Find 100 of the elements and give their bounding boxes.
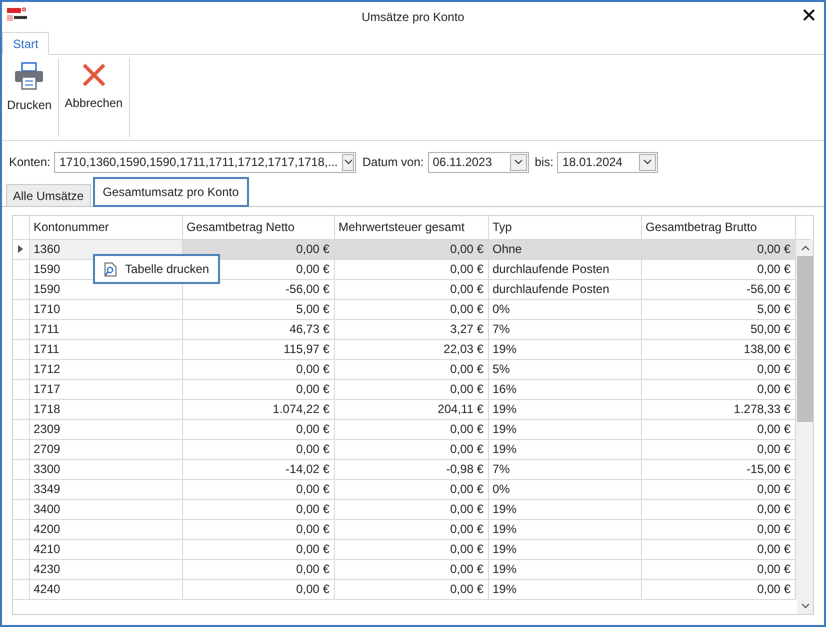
table-cell: 50,00 € <box>641 319 795 339</box>
table-cell: 0,00 € <box>182 499 334 519</box>
table-cell: 1710 <box>29 299 182 319</box>
table-cell: 0,00 € <box>641 499 795 519</box>
table-cell: 0,00 € <box>334 579 488 599</box>
table-cell: 5,00 € <box>641 299 795 319</box>
scrollbar[interactable] <box>797 240 813 614</box>
table-cell: 3,27 € <box>334 319 488 339</box>
table-cell: 0,00 € <box>182 479 334 499</box>
table-cell: 0,00 € <box>641 579 795 599</box>
table-cell: 115,97 € <box>182 339 334 359</box>
table-cell: 5% <box>488 359 641 379</box>
table-cell: 19% <box>488 499 641 519</box>
table-cell: 16% <box>488 379 641 399</box>
table-cell: 2309 <box>29 419 182 439</box>
table-cell: 0,00 € <box>334 419 488 439</box>
table-cell: 19% <box>488 539 641 559</box>
table-cell: 19% <box>488 419 641 439</box>
table-cell: 19% <box>488 439 641 459</box>
table-cell: 138,00 € <box>641 339 795 359</box>
table-cell: 0,00 € <box>334 239 488 259</box>
table-cell: 7% <box>488 319 641 339</box>
scroll-thumb[interactable] <box>797 256 813 422</box>
table-cell: 19% <box>488 559 641 579</box>
table-cell: 0,00 € <box>641 239 795 259</box>
table-cell: 0,00 € <box>641 439 795 459</box>
table-cell: 0,00 € <box>641 519 795 539</box>
accounts-dropdown[interactable]: 1710,1360,1590,1590,1711,1711,1712,1717,1718,... <box>54 152 356 172</box>
table-cell: 2709 <box>29 439 182 459</box>
table-cell: 19% <box>488 399 641 419</box>
table-cell: -0,98 € <box>334 459 488 479</box>
table-cell: -15,00 € <box>641 459 795 479</box>
date-to-dropdown[interactable]: 18.01.2024 <box>557 152 658 172</box>
window-title: Umsätze pro Konto <box>362 9 464 26</box>
table-cell: Ohne <box>488 239 641 259</box>
table-cell: 0,00 € <box>182 419 334 439</box>
table-cell: 0,00 € <box>182 379 334 399</box>
field-label: Konten: <box>9 154 50 171</box>
table-cell: 0,00 € <box>334 559 488 579</box>
table-cell: 4230 <box>29 559 182 579</box>
column-header[interactable]: Typ <box>488 216 641 239</box>
table-cell: 0,00 € <box>334 379 488 399</box>
table-cell: 0% <box>488 479 641 499</box>
table-cell: durchlaufende Posten <box>488 259 641 279</box>
table-cell: 22,03 € <box>334 339 488 359</box>
table-cell: 1.074,22 € <box>182 399 334 419</box>
table-cell: 0,00 € <box>641 259 795 279</box>
cancel-button[interactable]: Abbrechen <box>60 58 128 138</box>
table-cell: 1718 <box>29 399 182 419</box>
table-cell: 19% <box>488 579 641 599</box>
ribbon-tab[interactable]: Start <box>2 32 50 55</box>
table-cell: 0,00 € <box>641 559 795 579</box>
table-cell: 1711 <box>29 339 182 359</box>
table-cell: 0,00 € <box>334 359 488 379</box>
table-cell: 3349 <box>29 479 182 499</box>
field-label: Datum von: <box>362 154 424 171</box>
field-label: bis: <box>534 154 554 171</box>
table-cell: 0,00 € <box>182 539 334 559</box>
table-cell: 19% <box>488 519 641 539</box>
table-cell: 3400 <box>29 499 182 519</box>
table-cell: 1712 <box>29 359 182 379</box>
printer-icon <box>14 62 44 90</box>
tab[interactable]: Gesamtumsatz pro Konto <box>92 177 249 207</box>
column-header[interactable]: Gesamtbetrag Brutto <box>641 216 795 239</box>
table-cell: 0,00 € <box>641 379 795 399</box>
table-cell: 0,00 € <box>641 479 795 499</box>
print-button[interactable]: Drucken <box>2 58 57 138</box>
table-cell: 0,00 € <box>182 519 334 539</box>
table-cell: 4210 <box>29 539 182 559</box>
table-cell: 1.278,33 € <box>641 399 795 419</box>
column-header[interactable]: Gesamtbetrag Netto <box>182 216 334 239</box>
table-cell: 4200 <box>29 519 182 539</box>
print-preview-icon <box>104 262 117 276</box>
column-header[interactable]: Mehrwertsteuer gesamt <box>334 216 488 239</box>
table-cell: 46,73 € <box>182 319 334 339</box>
tab[interactable]: Alle Umsätze <box>6 184 91 206</box>
table-cell: 0,00 € <box>334 439 488 459</box>
column-header[interactable]: Kontonummer <box>29 216 182 239</box>
table-cell: 0,00 € <box>334 539 488 559</box>
table-cell: 0,00 € <box>334 299 488 319</box>
table-cell: 3300 <box>29 459 182 479</box>
logo-icon <box>6 7 28 23</box>
table-cell: 4240 <box>29 579 182 599</box>
table-cell: 19% <box>488 339 641 359</box>
table-cell: 7% <box>488 459 641 479</box>
table-cell: 0,00 € <box>182 559 334 579</box>
table-cell: 0,00 € <box>641 539 795 559</box>
table-cell: 0,00 € <box>182 439 334 459</box>
table-cell: 0,00 € <box>182 579 334 599</box>
table-cell: 204,11 € <box>334 399 488 419</box>
table-cell: 0,00 € <box>182 359 334 379</box>
table-cell: 0,00 € <box>641 419 795 439</box>
table-cell: 0,00 € <box>641 359 795 379</box>
table-cell: 0,00 € <box>334 499 488 519</box>
table-cell: -14,02 € <box>182 459 334 479</box>
table-cell: durchlaufende Posten <box>488 279 641 299</box>
date-from-dropdown[interactable]: 06.11.2023 <box>428 152 529 172</box>
table-cell: 1711 <box>29 319 182 339</box>
close-icon <box>80 62 107 88</box>
row-pointer-icon <box>18 245 24 253</box>
